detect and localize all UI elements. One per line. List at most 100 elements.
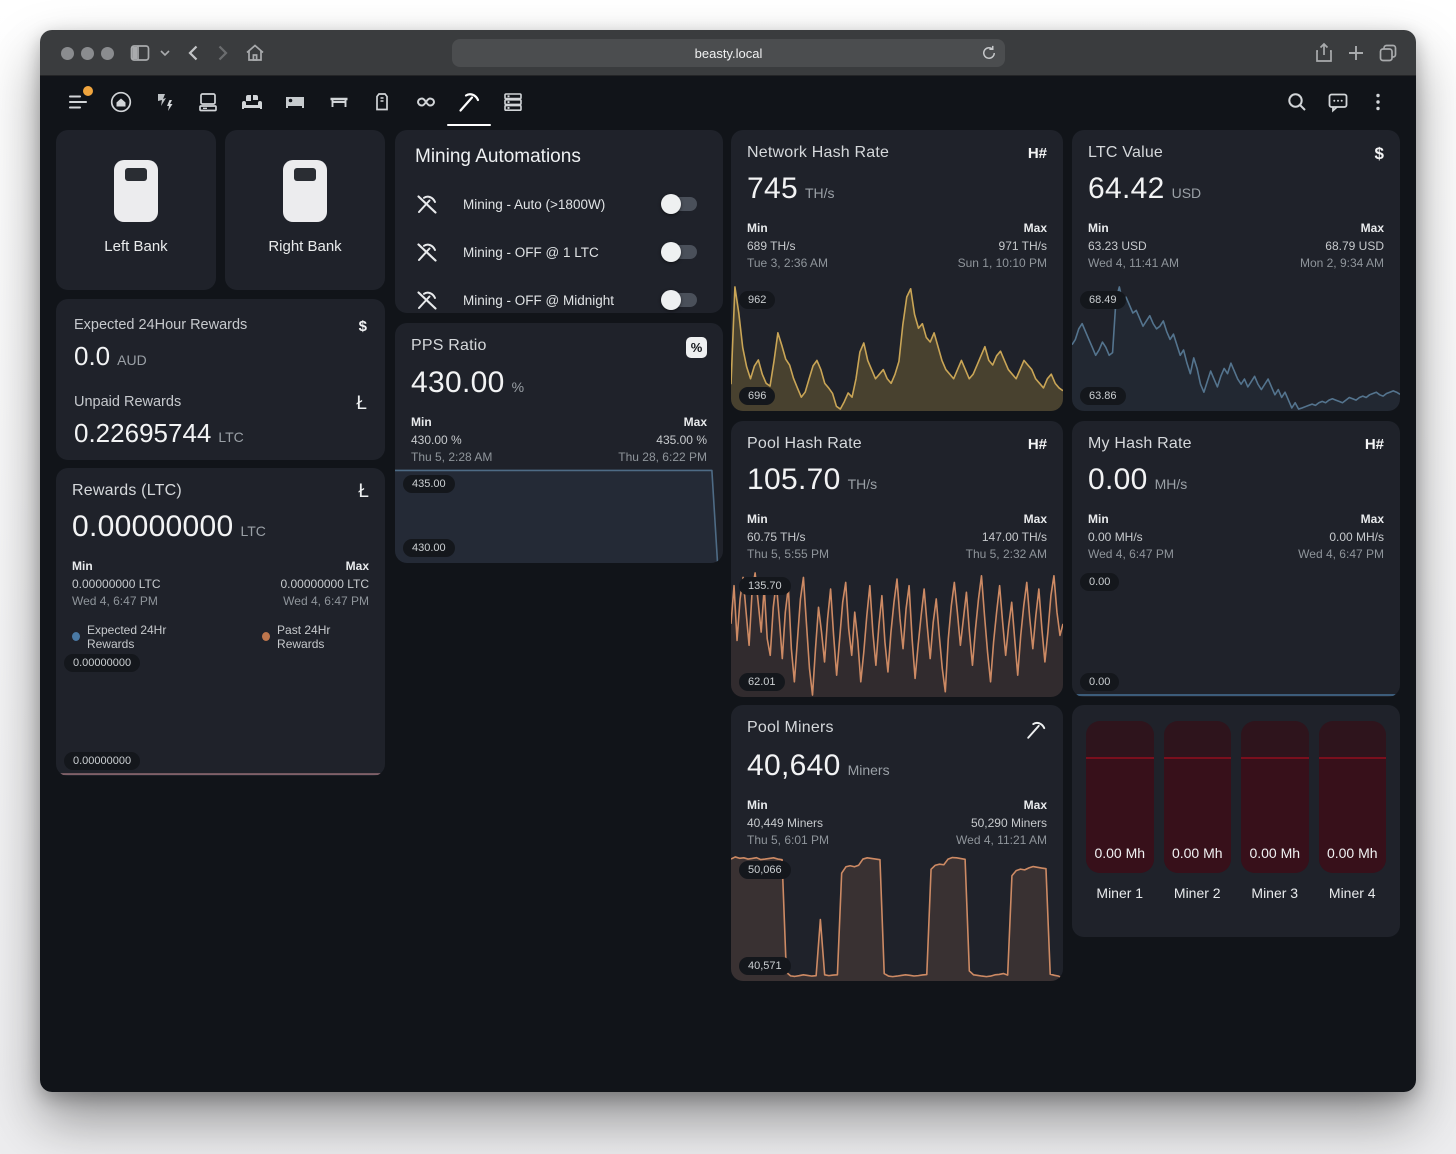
automation-toggle[interactable]	[663, 197, 697, 211]
min-label: Min	[747, 511, 829, 529]
card-unit: MH/s	[1155, 476, 1188, 492]
miner-gauge[interactable]: 0.00 Mh Miner 2	[1164, 721, 1232, 901]
tab-home-icon[interactable]	[109, 90, 133, 114]
max-label: Max	[958, 220, 1047, 238]
expected-rewards-unit: AUD	[117, 352, 147, 368]
window-zoom-button[interactable]	[101, 47, 114, 60]
card-unit: TH/s	[848, 476, 878, 492]
tab-server-icon[interactable]	[501, 90, 525, 114]
automation-label: Mining - OFF @ Midnight	[463, 293, 663, 308]
min-value: 60.75 TH/s	[747, 529, 829, 547]
dashboard: Left Bank Right Bank Expected 24Hour Rew…	[40, 128, 1416, 1092]
chart-max-pill: 135.70	[739, 577, 791, 595]
left-bank-card[interactable]: Left Bank	[56, 130, 216, 290]
back-button[interactable]	[182, 41, 206, 65]
tab-cabinet-icon[interactable]	[370, 90, 394, 114]
max-date: Wed 4, 6:47 PM	[1298, 546, 1384, 564]
miner-gauge[interactable]: 0.00 Mh Miner 3	[1241, 721, 1309, 901]
tab-living-room-icon[interactable]	[240, 90, 264, 114]
max-date: Thu 28, 6:22 PM	[618, 449, 707, 467]
home-button[interactable]	[243, 41, 267, 65]
litecoin-icon: Ł	[358, 482, 369, 502]
pickaxe-icon	[1025, 719, 1047, 741]
gauge-value: 0.00 Mh	[1164, 845, 1232, 861]
min-date: Wed 4, 6:47 PM	[72, 593, 161, 611]
my-hash-rate-chart: 0.00 0.00	[1072, 567, 1400, 697]
max-date: Sun 1, 10:10 PM	[958, 255, 1047, 273]
search-icon[interactable]	[1285, 90, 1309, 114]
automation-toggle[interactable]	[663, 293, 697, 307]
miner-gauges-card: 0.00 Mh Miner 1 0.00 Mh Miner 2 0.00 Mh …	[1072, 705, 1400, 937]
notification-dot	[83, 86, 93, 96]
gauge-value: 0.00 Mh	[1086, 845, 1154, 861]
active-tab-underline	[447, 124, 491, 126]
gauge-value: 0.00 Mh	[1319, 845, 1387, 861]
miner-gauge[interactable]: 0.00 Mh Miner 4	[1319, 721, 1387, 901]
power-bank-icon	[283, 160, 327, 222]
pps-ratio-chart: 435.00 430.00	[395, 469, 723, 563]
hash-rate-icon: H#	[1028, 435, 1047, 455]
gauge-label: Miner 2	[1174, 885, 1221, 901]
min-value: 430.00 %	[411, 432, 492, 450]
sidebar-menu-icon[interactable]	[66, 90, 90, 114]
gauge-value: 0.00 Mh	[1241, 845, 1309, 861]
url-text: beasty.local	[695, 46, 763, 61]
pool-miners-chart: 50,066 40,571	[731, 855, 1063, 981]
legend-label: Past 24Hr Rewards	[277, 623, 369, 651]
card-title: Pool Miners	[747, 719, 834, 737]
window-close-button[interactable]	[61, 47, 74, 60]
automation-toggle[interactable]	[663, 245, 697, 259]
min-value: 63.23 USD	[1088, 238, 1179, 256]
tab-mining-icon[interactable]	[457, 90, 481, 114]
card-value: 745	[747, 172, 798, 206]
card-value: 0.00	[1088, 463, 1148, 497]
card-unit: USD	[1172, 185, 1202, 201]
chart-max-pill: 435.00	[403, 475, 455, 493]
gauge-bar: 0.00 Mh	[1086, 721, 1154, 873]
chart-max-pill: 50,066	[739, 861, 791, 879]
tab-energy-icon[interactable]	[153, 90, 177, 114]
assist-icon[interactable]	[1326, 90, 1350, 114]
rewards-ltc-card: Rewards (LTC) Ł 0.00000000 LTC Min 0.000…	[56, 468, 385, 776]
reload-icon[interactable]	[980, 44, 998, 62]
max-value: 435.00 %	[618, 432, 707, 450]
tab-computer-icon[interactable]	[196, 90, 220, 114]
forward-button[interactable]	[210, 41, 234, 65]
litecoin-icon: Ł	[356, 394, 367, 414]
miner-gauge[interactable]: 0.00 Mh Miner 1	[1086, 721, 1154, 901]
tab-infinity-icon[interactable]	[414, 90, 438, 114]
min-label: Min	[1088, 220, 1179, 238]
min-value: 0.00 MH/s	[1088, 529, 1174, 547]
tab-overview-icon[interactable]	[1376, 41, 1400, 65]
dollar-icon: $	[359, 317, 367, 337]
new-tab-icon[interactable]	[1344, 41, 1368, 65]
hash-rate-icon: H#	[1365, 435, 1384, 455]
pool-hash-rate-chart: 135.70 62.01	[731, 571, 1063, 697]
overflow-menu-icon[interactable]	[1366, 90, 1390, 114]
chart-min-pill: 430.00	[403, 539, 455, 557]
window-minimize-button[interactable]	[81, 47, 94, 60]
right-bank-card[interactable]: Right Bank	[225, 130, 385, 290]
pool-miners-card: Pool Miners 40,640 Miners Min 40,449 Min…	[731, 705, 1063, 981]
max-label: Max	[1298, 511, 1384, 529]
tab-bedroom-icon[interactable]	[283, 90, 307, 114]
share-icon[interactable]	[1312, 41, 1336, 65]
min-date: Thu 5, 5:55 PM	[747, 546, 829, 564]
card-unit: LTC	[241, 523, 266, 539]
expected-rewards-value: 0.0	[74, 341, 110, 372]
tab-dining-icon[interactable]	[327, 90, 351, 114]
sidebar-toggle-icon[interactable]	[128, 41, 152, 65]
chart-min-pill: 40,571	[739, 957, 791, 975]
chart-legend: Expected 24Hr Rewards Past 24Hr Rewards	[72, 623, 369, 651]
card-title: LTC Value	[1088, 144, 1163, 162]
safari-window: beasty.local	[40, 30, 1416, 1092]
min-label: Min	[747, 797, 829, 815]
legend-label: Expected 24Hr Rewards	[87, 623, 202, 651]
chevron-down-icon[interactable]	[157, 45, 173, 61]
chart-max-pill: 0.00	[1080, 573, 1119, 591]
address-bar[interactable]: beasty.local	[452, 39, 1005, 67]
chart-min-pill: 0.00	[1080, 673, 1119, 691]
expected-rewards-title: Expected 24Hour Rewards	[74, 317, 247, 333]
automation-label: Mining - Auto (>1800W)	[463, 197, 663, 212]
max-date: Thu 5, 2:32 AM	[966, 546, 1047, 564]
